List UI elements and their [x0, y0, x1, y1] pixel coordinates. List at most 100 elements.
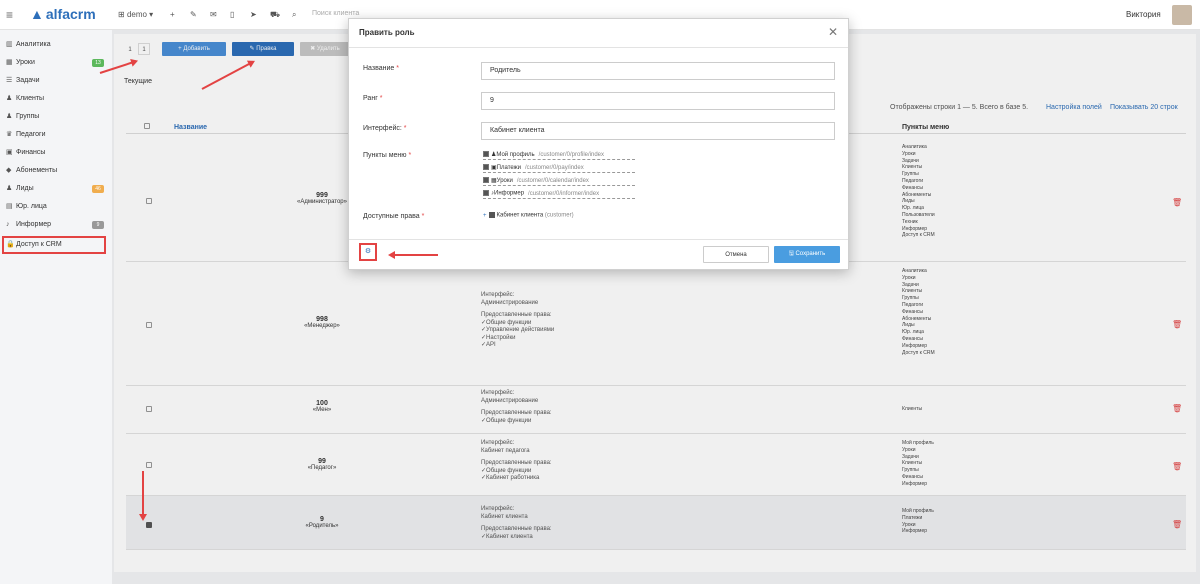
chart-icon: ▥: [6, 41, 13, 48]
checkbox-checked[interactable]: [483, 164, 489, 171]
sidebar-item-lessons[interactable]: ▦ Уроки: [6, 56, 35, 70]
teacher-icon: ♛: [6, 131, 13, 138]
checkbox-checked[interactable]: [488, 212, 495, 218]
sidebar-item-label: Финансы: [16, 149, 46, 156]
user-name[interactable]: Виктория: [1126, 10, 1161, 19]
modal-footer-divider: [349, 239, 848, 240]
modal-divider: [349, 47, 848, 48]
menu-item-label: Мой профиль: [496, 152, 535, 158]
required-mark: *: [379, 95, 383, 102]
sidebar-item-leads[interactable]: ♟ Лиды: [6, 182, 34, 196]
sidebar-item-label: Юр. лица: [16, 203, 47, 210]
plus-icon[interactable]: +: [170, 10, 175, 19]
branch-label: demo: [126, 10, 147, 19]
save-button[interactable]: 🖫 Сохранить: [774, 246, 840, 263]
sidebar-item-label: Абонементы: [16, 167, 58, 174]
tag-icon: ◆: [6, 167, 12, 174]
permission-label: Кабинет клиента: [496, 212, 544, 219]
sidebar-item-label: Информер: [16, 221, 52, 228]
sidebar-item-label: Клиенты: [16, 95, 45, 102]
sidebar: ▥ Аналитика ▦ Уроки 13 ☰ Задачи ♟ Клиенты ♟ Г…: [0, 30, 112, 584]
building-icon: ▤: [6, 203, 13, 210]
leads-badge: 46: [92, 185, 104, 193]
menu-items-label: Пункты меню *: [363, 152, 411, 159]
lessons-badge: 13: [92, 59, 104, 67]
sidebar-item-analytics[interactable]: ▥ Аналитика: [6, 38, 51, 52]
sidebar-item-label: Уроки: [16, 59, 35, 66]
send-icon[interactable]: ➤: [250, 10, 257, 19]
rank-field[interactable]: 9: [481, 92, 835, 110]
sidebar-item-label: Задачи: [16, 77, 40, 84]
required-mark: *: [421, 213, 425, 220]
leads-icon: ♟: [6, 185, 13, 192]
menu-items-label-text: Пункты меню: [363, 152, 407, 159]
logo[interactable]: ▲ alfacrm: [30, 6, 96, 22]
checkbox-checked[interactable]: [483, 177, 489, 184]
cart-icon[interactable]: ⛟: [270, 10, 280, 20]
menu-icon[interactable]: ≡: [6, 8, 13, 22]
checkbox-checked[interactable]: [483, 190, 489, 196]
sidebar-item-tasks[interactable]: ☰ Задачи: [6, 74, 40, 88]
sidebar-item-label: Лиды: [16, 185, 34, 192]
mail-icon[interactable]: ✉: [210, 10, 217, 19]
menu-item-informer[interactable]: ♪Информер/customer/0/informer/index: [483, 190, 635, 199]
branch-select[interactable]: ⊞ demo ▾: [118, 10, 153, 19]
settings-gear-icon[interactable]: ⚙: [359, 243, 377, 261]
interface-label: Интерфейс: *: [363, 125, 407, 132]
permission-code: (customer): [544, 212, 574, 219]
bell-icon: ♪: [6, 221, 10, 228]
sidebar-item-groups[interactable]: ♟ Группы: [6, 110, 39, 124]
logo-text: alfacrm: [45, 6, 96, 22]
name-label: Название *: [363, 65, 399, 72]
menu-item-payments[interactable]: ▣Платежи/customer/0/pay/index: [483, 164, 635, 173]
sidebar-item-label: Группы: [16, 113, 40, 120]
crm-access-highlight: [2, 236, 106, 254]
close-icon[interactable]: ✕: [828, 25, 838, 39]
sidebar-item-informer[interactable]: ♪ Информер: [6, 218, 51, 232]
menu-item-label: Уроки: [496, 178, 513, 184]
list-icon: ☰: [6, 77, 13, 84]
menu-item-profile[interactable]: ♟Мой профиль/customer/0/profile/index: [483, 151, 635, 160]
sidebar-item-legal[interactable]: ▤ Юр. лица: [6, 200, 47, 214]
money-icon: ▣: [6, 149, 13, 156]
menu-item-path: /customer/0/calendar/index: [516, 178, 589, 184]
calendar-icon: ▦: [6, 59, 13, 66]
phone-icon[interactable]: ▯: [230, 10, 234, 19]
menu-item-path: /customer/0/pay/index: [525, 165, 584, 171]
rank-label-text: Ранг: [363, 95, 378, 102]
expand-icon[interactable]: +: [483, 213, 487, 219]
sidebar-item-subscriptions[interactable]: ◆ Абонементы: [6, 164, 57, 178]
pencil-icon[interactable]: ✎: [190, 10, 197, 19]
sidebar-item-clients[interactable]: ♟ Клиенты: [6, 92, 44, 106]
menu-item-lessons[interactable]: ▦Уроки/customer/0/calendar/index: [483, 177, 635, 186]
permission-client-cabinet[interactable]: + Кабинет клиента (customer): [483, 212, 574, 219]
cancel-button[interactable]: Отмена: [703, 246, 769, 263]
sidebar-item-finance[interactable]: ▣ Финансы: [6, 146, 45, 160]
edit-role-modal: Править роль ✕ Название * Родитель Ранг …: [348, 18, 849, 270]
menu-item-label: Информер: [494, 190, 525, 197]
search-icon: ⌕: [292, 10, 297, 19]
permissions-label: Доступные права *: [363, 213, 424, 220]
menu-item-path: /customer/0/informer/index: [528, 190, 600, 197]
avatar[interactable]: [1172, 5, 1192, 25]
annotation-arrow: [390, 254, 438, 256]
client-search-input[interactable]: Поиск клиента: [312, 10, 359, 17]
permissions-label-text: Доступные права: [363, 213, 420, 220]
name-label-text: Название: [363, 65, 395, 72]
informer-badge: 9: [92, 221, 104, 229]
user-icon: ♟: [6, 95, 13, 102]
interface-select[interactable]: Кабинет клиента: [481, 122, 835, 140]
menu-item-path: /customer/0/profile/index: [538, 152, 605, 158]
name-field[interactable]: Родитель: [481, 62, 835, 80]
required-mark: *: [408, 152, 412, 159]
required-mark: *: [403, 125, 407, 132]
rank-label: Ранг *: [363, 95, 382, 102]
logo-icon: ▲: [30, 6, 44, 22]
interface-label-text: Интерфейс:: [363, 125, 402, 132]
sidebar-item-label: Педагоги: [16, 131, 46, 138]
group-icon: ♟: [6, 113, 13, 120]
sidebar-item-label: Аналитика: [16, 41, 51, 48]
menu-item-label: Платежи: [496, 165, 522, 171]
checkbox-checked[interactable]: [483, 151, 489, 158]
sidebar-item-teachers[interactable]: ♛ Педагоги: [6, 128, 46, 142]
